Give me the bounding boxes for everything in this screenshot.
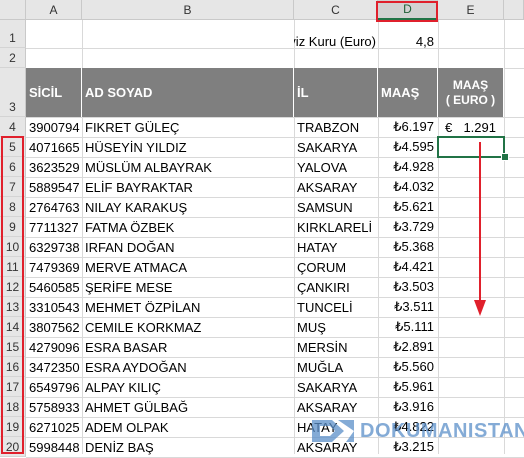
cell-il[interactable]: ÇANKIRI: [294, 277, 378, 297]
cell-il[interactable]: AKSARAY: [294, 177, 378, 197]
cell-sicil[interactable]: 5998448: [26, 437, 82, 457]
cell-maas[interactable]: ₺3.511: [378, 297, 438, 317]
watermark-text: DOKUMANISTAN: [360, 419, 524, 442]
cell-sicil[interactable]: 3807562: [26, 317, 82, 337]
cell-sicil[interactable]: 3900794: [26, 117, 82, 137]
cell-name[interactable]: DENİZ BAŞ: [82, 437, 294, 457]
cell-maas[interactable]: ₺5.560: [378, 357, 438, 377]
cell-sicil[interactable]: 5758933: [26, 397, 82, 417]
cell-name[interactable]: AHMET GÜLBAĞ: [82, 397, 294, 417]
header-maas-euro[interactable]: MAAŞ( EURO ): [438, 68, 504, 117]
fill-handle[interactable]: [501, 153, 509, 161]
cell-name[interactable]: ALPAY KILIÇ: [82, 377, 294, 397]
cell-name[interactable]: FIKRET GÜLEÇ: [82, 117, 294, 137]
cell-il[interactable]: ÇORUM: [294, 257, 378, 277]
cell-name[interactable]: FATMA ÖZBEK: [82, 217, 294, 237]
cell-maas[interactable]: ₺5.111: [378, 317, 438, 337]
cell-sicil[interactable]: 5460585: [26, 277, 82, 297]
cell-sicil[interactable]: 6271025: [26, 417, 82, 437]
cell-sicil[interactable]: 6329738: [26, 237, 82, 257]
cell-maas[interactable]: ₺5.961: [378, 377, 438, 397]
cell-sicil[interactable]: 7711327: [26, 217, 82, 237]
cell-sicil[interactable]: 7479369: [26, 257, 82, 277]
cell-maas[interactable]: ₺2.891: [378, 337, 438, 357]
gridline-horizontal: [26, 48, 524, 49]
cell-name[interactable]: ESRA AYDOĞAN: [82, 357, 294, 377]
cell-maas[interactable]: ₺4.595: [378, 137, 438, 157]
column-header-a[interactable]: A: [26, 0, 82, 20]
cell-il[interactable]: MERSİN: [294, 337, 378, 357]
cell-sicil[interactable]: 4279096: [26, 337, 82, 357]
watermark: DOKUMANISTAN: [310, 414, 524, 448]
arrow-head: [474, 300, 486, 316]
cell-maas[interactable]: ₺3.729: [378, 217, 438, 237]
header-ad-soyad[interactable]: AD SOYAD: [82, 68, 294, 117]
cell-il[interactable]: TRABZON: [294, 117, 378, 137]
cell-sicil[interactable]: 3310543: [26, 297, 82, 317]
cell-sicil[interactable]: 2764763: [26, 197, 82, 217]
row-header-2[interactable]: 2: [0, 48, 26, 68]
cell-il[interactable]: SAMSUN: [294, 197, 378, 217]
cell-name[interactable]: ESRA BASAR: [82, 337, 294, 357]
cell-sicil[interactable]: 4071665: [26, 137, 82, 157]
cell-name[interactable]: ADEM OLPAK: [82, 417, 294, 437]
annotation-box-column-d: [376, 1, 438, 22]
cell-il[interactable]: KIRKLARELİ: [294, 217, 378, 237]
cell-name[interactable]: HÜSEYİN YILDIZ: [82, 137, 294, 157]
watermark-logo-shape: [312, 420, 344, 442]
cell-maas[interactable]: ₺5.621: [378, 197, 438, 217]
row-header-3[interactable]: 3: [0, 68, 26, 117]
cell-name[interactable]: MÜSLÜM ALBAYRAK: [82, 157, 294, 177]
cell-maas-euro[interactable]: 1.291: [438, 117, 500, 137]
header-maas-euro-line2: ( EURO ): [445, 92, 496, 107]
column-header-b[interactable]: B: [82, 0, 294, 20]
cell-name[interactable]: ŞERİFE MESE: [82, 277, 294, 297]
header-il[interactable]: İL: [294, 68, 378, 117]
cell-il[interactable]: MUŞ: [294, 317, 378, 337]
watermark-logo-icon: [312, 420, 354, 442]
exchange-rate-value[interactable]: 4,8: [378, 31, 438, 51]
column-header-overflow: [504, 0, 524, 20]
row-header-4[interactable]: 4: [0, 117, 26, 137]
header-sicil[interactable]: SİCİL: [26, 68, 82, 117]
annotation-box-row-headers: [1, 136, 24, 454]
header-maas-euro-line1: MAAŞ: [452, 77, 489, 92]
exchange-rate-label: Döviz Kuru (Euro): [294, 33, 376, 49]
cell-il[interactable]: HATAY: [294, 237, 378, 257]
cell-il[interactable]: SAKARYA: [294, 377, 378, 397]
cell-name[interactable]: CEMILE KORKMAZ: [82, 317, 294, 337]
cell-sicil[interactable]: 6549796: [26, 377, 82, 397]
cell-il[interactable]: SAKARYA: [294, 137, 378, 157]
cell-name[interactable]: NILAY KARAKUŞ: [82, 197, 294, 217]
cell-sicil[interactable]: 3623529: [26, 157, 82, 177]
column-header-c[interactable]: C: [294, 0, 378, 20]
cell-name[interactable]: ELİF BAYRAKTAR: [82, 177, 294, 197]
select-all-corner[interactable]: [0, 0, 26, 20]
annotation-arrow-down: [474, 142, 486, 316]
cell-name[interactable]: IRFAN DOĞAN: [82, 237, 294, 257]
cell-maas[interactable]: ₺4.928: [378, 157, 438, 177]
cell-maas[interactable]: ₺4.032: [378, 177, 438, 197]
column-header-e[interactable]: E: [438, 0, 504, 20]
row-header-1[interactable]: 1: [0, 20, 26, 48]
cell-sicil[interactable]: 3472350: [26, 357, 82, 377]
header-maas[interactable]: MAAŞ: [378, 68, 438, 117]
cell-name[interactable]: MEHMET ÖZPİLAN: [82, 297, 294, 317]
cell-il[interactable]: YALOVA: [294, 157, 378, 177]
cell-maas[interactable]: ₺4.421: [378, 257, 438, 277]
cell-sicil[interactable]: 5889547: [26, 177, 82, 197]
cell-maas[interactable]: ₺6.197: [378, 117, 438, 137]
spreadsheet: ABCDE1234567891011121314151617181920Dövi…: [0, 0, 524, 458]
cell-maas[interactable]: ₺5.368: [378, 237, 438, 257]
cell-name[interactable]: MERVE ATMACA: [82, 257, 294, 277]
cell-il[interactable]: TUNCELİ: [294, 297, 378, 317]
cell-il[interactable]: MUĞLA: [294, 357, 378, 377]
cell-maas[interactable]: ₺3.503: [378, 277, 438, 297]
